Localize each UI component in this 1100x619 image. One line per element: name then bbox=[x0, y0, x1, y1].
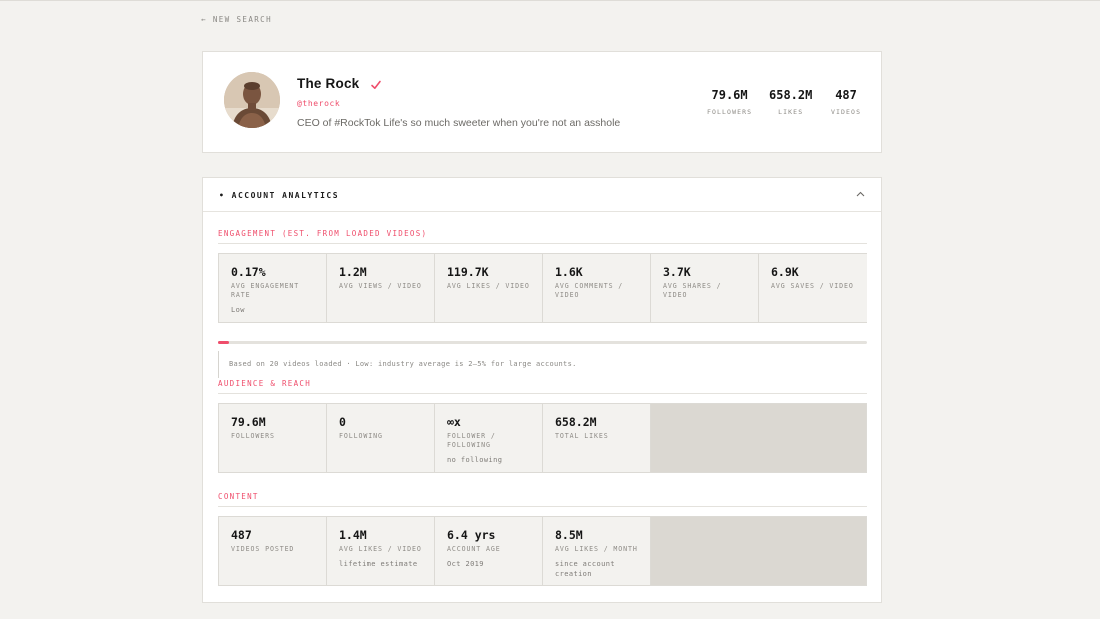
cell-label: AVG LIKES / VIDEO bbox=[339, 545, 422, 553]
account-age-cell: 6.4 yrs ACCOUNT AGE Oct 2019 bbox=[435, 517, 543, 585]
engagement-progress-fill bbox=[218, 341, 230, 344]
engagement-section-label: ENGAGEMENT (EST. FROM LOADED VIDEOS) bbox=[218, 229, 428, 238]
content-section-label: CONTENT bbox=[218, 492, 259, 501]
analytics-title: • ACCOUNT ANALYTICS bbox=[219, 191, 340, 200]
account-analytics-panel: • ACCOUNT ANALYTICS ENGAGEMENT (EST. FRO… bbox=[202, 177, 882, 603]
profile-handle[interactable]: @therock bbox=[297, 99, 340, 108]
avatar bbox=[224, 72, 280, 128]
avg-saves-cell: 6.9K AVG SAVES / VIDEO bbox=[759, 254, 867, 322]
cell-value: 0.17% bbox=[231, 265, 266, 279]
cell-label: AVG LIKES / VIDEO bbox=[447, 282, 530, 290]
cell-label: AVG SAVES / VIDEO bbox=[771, 282, 854, 290]
avg-comments-cell: 1.6K AVG COMMENTS / VIDEO bbox=[543, 254, 651, 322]
cell-label: AVG VIEWS / VIDEO bbox=[339, 282, 422, 290]
content-grid: 487 VIDEOS POSTED 1.4M AVG LIKES / VIDEO… bbox=[218, 516, 867, 586]
follower-ratio-cell: ∞x FOLLOWER / FOLLOWING no following bbox=[435, 404, 543, 472]
cell-value: 6.9K bbox=[771, 265, 799, 279]
engagement-note: Based on 20 videos loaded · Low: industr… bbox=[218, 351, 577, 378]
videos-posted-cell: 487 VIDEOS POSTED bbox=[219, 517, 327, 585]
followers-cell: 79.6M FOLLOWERS bbox=[219, 404, 327, 472]
analytics-toggle[interactable]: • ACCOUNT ANALYTICS bbox=[203, 178, 881, 212]
avg-shares-cell: 3.7K AVG SHARES / VIDEO bbox=[651, 254, 759, 322]
cell-subtext: lifetime estimate bbox=[339, 560, 418, 568]
stat-label: FOLLOWERS bbox=[707, 108, 753, 116]
cell-subtext: no following bbox=[447, 456, 503, 464]
cell-subtext: Low bbox=[231, 306, 245, 314]
cell-value: 8.5M bbox=[555, 528, 583, 542]
chevron-up-icon[interactable] bbox=[856, 191, 865, 197]
lifetime-likes-cell: 1.4M AVG LIKES / VIDEO lifetime estimate bbox=[327, 517, 435, 585]
section-divider bbox=[218, 393, 867, 394]
profile-name: The Rock bbox=[297, 76, 360, 91]
empty-cell bbox=[651, 517, 866, 585]
section-divider bbox=[218, 243, 867, 244]
videos-stat: 487 VIDEOS bbox=[831, 88, 861, 116]
cell-label: AVG ENGAGEMENT RATE bbox=[231, 282, 300, 299]
followers-stat: 79.6M FOLLOWERS bbox=[707, 88, 752, 116]
section-divider bbox=[218, 506, 867, 507]
cell-value: 1.4M bbox=[339, 528, 367, 542]
profile-card: The Rock @therock CEO of #RockTok Life's… bbox=[202, 51, 882, 153]
total-likes-cell: 658.2M TOTAL LIKES bbox=[543, 404, 651, 472]
cell-value: 487 bbox=[231, 528, 252, 542]
stat-value: 487 bbox=[835, 88, 857, 102]
cell-label: ACCOUNT AGE bbox=[447, 545, 501, 553]
cell-value: ∞x bbox=[447, 415, 461, 429]
audience-grid: 79.6M FOLLOWERS 0 FOLLOWING ∞x FOLLOWER … bbox=[218, 403, 867, 473]
cell-label: AVG SHARES / VIDEO bbox=[663, 282, 722, 299]
stat-label: LIKES bbox=[778, 108, 804, 116]
stat-value: 79.6M bbox=[711, 88, 748, 102]
cell-label: AVG LIKES / MONTH bbox=[555, 545, 638, 553]
cell-value: 79.6M bbox=[231, 415, 266, 429]
stat-value: 658.2M bbox=[769, 88, 813, 102]
cell-label: AVG COMMENTS / VIDEO bbox=[555, 282, 624, 299]
avg-likes-cell: 119.7K AVG LIKES / VIDEO bbox=[435, 254, 543, 322]
cell-label: TOTAL LIKES bbox=[555, 432, 609, 440]
empty-cell bbox=[651, 404, 866, 472]
engagement-progress-bar bbox=[218, 341, 867, 344]
audience-section-label: AUDIENCE & REACH bbox=[218, 379, 312, 388]
avatar-image bbox=[224, 72, 280, 128]
profile-bio: CEO of #RockTok Life's so much sweeter w… bbox=[297, 117, 621, 129]
stat-label: VIDEOS bbox=[831, 108, 862, 116]
cell-label: FOLLOWER / FOLLOWING bbox=[447, 432, 496, 449]
cell-value: 6.4 yrs bbox=[447, 528, 496, 542]
likes-per-month-cell: 8.5M AVG LIKES / MONTH since account cre… bbox=[543, 517, 651, 585]
cell-value: 3.7K bbox=[663, 265, 691, 279]
cell-label: VIDEOS POSTED bbox=[231, 545, 295, 553]
cell-label: FOLLOWING bbox=[339, 432, 383, 440]
engagement-rate-cell: 0.17% AVG ENGAGEMENT RATE Low bbox=[219, 254, 327, 322]
engagement-grid: 0.17% AVG ENGAGEMENT RATE Low 1.2M AVG V… bbox=[218, 253, 867, 323]
cell-label: FOLLOWERS bbox=[231, 432, 275, 440]
cell-value: 119.7K bbox=[447, 265, 489, 279]
cell-value: 0 bbox=[339, 415, 346, 429]
following-cell: 0 FOLLOWING bbox=[327, 404, 435, 472]
cell-value: 658.2M bbox=[555, 415, 597, 429]
checkmark-icon bbox=[371, 80, 381, 89]
cell-subtext: Oct 2019 bbox=[447, 560, 484, 568]
cell-value: 1.6K bbox=[555, 265, 583, 279]
cell-subtext: since account creation bbox=[555, 560, 615, 578]
cell-value: 1.2M bbox=[339, 265, 367, 279]
avg-views-cell: 1.2M AVG VIEWS / VIDEO bbox=[327, 254, 435, 322]
new-search-link[interactable]: ← NEW SEARCH bbox=[201, 15, 272, 24]
likes-stat: 658.2M LIKES bbox=[769, 88, 812, 116]
